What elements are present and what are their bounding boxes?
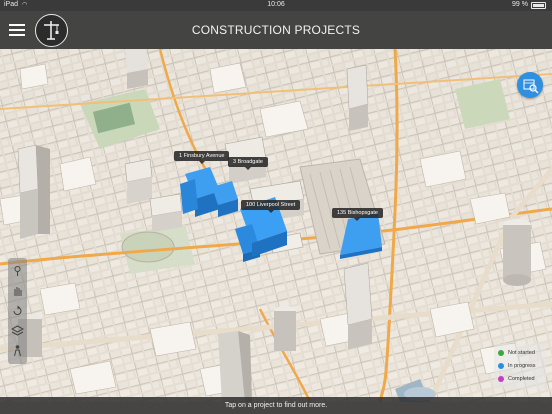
project-callout[interactable]: 1 Finsbury Avenue (174, 151, 230, 164)
legend-label: Not started (508, 350, 535, 356)
legend-item-in-progress: In progress (498, 362, 536, 370)
city-3d-map[interactable]: 1 Finsbury Avenue 3 Broadgate 100 Liverp… (0, 49, 552, 402)
page-title: CONSTRUCTION PROJECTS (191, 23, 361, 37)
map-search-icon[interactable] (517, 72, 543, 98)
legend-dot (498, 376, 504, 382)
legend-dot (498, 363, 504, 369)
project-callout[interactable]: 135 Bishopsgate (332, 208, 383, 221)
clock: 10:06 (267, 1, 285, 8)
hint-bar: Tap on a project to find out more. (0, 397, 552, 414)
battery-percentage: 99 % (512, 1, 528, 8)
map-tool-strip (8, 258, 27, 364)
project-callout[interactable]: 100 Liverpool Street (241, 200, 301, 213)
status-bar: iPad ◠ 10:06 99 % (0, 0, 552, 11)
pin-tool-icon[interactable] (11, 264, 24, 277)
legend-item-completed: Completed (498, 375, 535, 383)
legend-dot (498, 350, 504, 356)
project-callout[interactable]: 3 Broadgate (228, 157, 268, 170)
layers-tool-icon[interactable] (10, 324, 25, 337)
app-header: CONSTRUCTION PROJECTS (0, 11, 552, 49)
hand-tool-icon[interactable] (11, 284, 24, 297)
status-legend: Not started In progress Completed (494, 344, 546, 389)
legend-item-not-started: Not started (498, 349, 535, 357)
person-tool-icon[interactable] (11, 344, 24, 357)
legend-label: In progress (508, 363, 536, 369)
rotate-tool-icon[interactable] (11, 304, 24, 317)
battery-icon (531, 2, 546, 9)
map-canvas[interactable] (0, 49, 552, 402)
legend-label: Completed (508, 376, 535, 382)
